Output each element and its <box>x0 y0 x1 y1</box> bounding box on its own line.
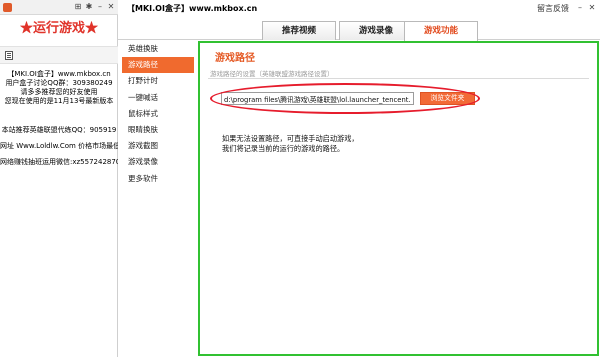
help-text-line-1: 如果无法设置路径，可直接手动启动游戏， <box>222 134 359 143</box>
minimize-icon[interactable]: – <box>95 2 105 12</box>
left-titlebar: ⊞ ✱ – ✕ <box>0 0 118 15</box>
menu-item-replays[interactable]: 游戏录像 <box>122 154 194 170</box>
dock-icon[interactable]: ⊞ <box>73 2 83 12</box>
menu-item-cursor-style[interactable]: 鼠标样式 <box>122 106 194 122</box>
menu-item-hero-skin[interactable]: 英雄换肤 <box>122 41 194 57</box>
feature-menu: 英雄换肤 游戏路径 打野计时 一键喊话 鼠标样式 眼睛换肤 游戏截图 游戏录像 … <box>122 41 194 187</box>
top-header: 【MKI.OI盒子】www.mkbox.cn 留言反馈 – ✕ 推荐视频 游戏录… <box>118 0 600 41</box>
left-toolbar <box>0 46 118 64</box>
divider <box>208 78 589 79</box>
tab-game-replays[interactable]: 游戏录像 <box>339 21 413 40</box>
info-recommend: 请多多推荐您的好友使用 <box>20 88 98 96</box>
help-text-line-2: 我们将记录当前的运行的游戏的路径。 <box>222 144 345 153</box>
menu-item-eye-skin[interactable]: 眼睛换肤 <box>122 122 194 138</box>
feedback-link[interactable]: 留言反馈 <box>537 3 569 14</box>
left-panel: ⊞ ✱ – ✕ ★运行游戏★ 【MKI.OI盒子】www.mkbox.cn 用户… <box>0 0 118 357</box>
info-boost-url: 网址 Www.Loldlw.Com 价格市场最低 <box>0 142 118 150</box>
panel-subtitle: 游戏路径的设置（英雄联盟游戏路径设置） <box>210 70 334 78</box>
tab-recommended-videos[interactable]: 推荐视频 <box>262 21 336 40</box>
menu-item-game-path[interactable]: 游戏路径 <box>122 57 194 74</box>
game-path-input[interactable] <box>221 92 414 105</box>
info-qq-group: 用户盒子讨论QQ群：309380249 <box>5 79 113 87</box>
close-icon[interactable]: ✕ <box>106 2 116 12</box>
browse-folder-button[interactable]: 浏览文件夹 <box>420 92 475 105</box>
app-logo-icon <box>3 3 12 12</box>
close-icon[interactable]: ✕ <box>587 3 597 13</box>
settings-icon[interactable]: ✱ <box>84 2 94 12</box>
document-icon[interactable] <box>5 51 13 60</box>
info-boost-qq: 本站推荐英雄联盟代练QQ：905919 <box>1 126 117 134</box>
run-game-banner[interactable]: ★运行游戏★ <box>0 18 118 40</box>
menu-item-quick-chat[interactable]: 一键喊话 <box>122 90 194 106</box>
info-wechat: 网络赚钱抽班运用微信:xz557242870 <box>0 158 118 166</box>
info-version: 您现在使用的是11月13号最新版本 <box>4 97 114 105</box>
menu-item-jungle-timer[interactable]: 打野计时 <box>122 73 194 89</box>
info-site: 【MKI.OI盒子】www.mkbox.cn <box>7 70 111 78</box>
minimize-icon[interactable]: – <box>575 3 585 13</box>
menu-item-more-software[interactable]: 更多软件 <box>122 171 194 187</box>
window-title: 【MKI.OI盒子】www.mkbox.cn <box>127 4 258 13</box>
menu-item-screenshot[interactable]: 游戏截图 <box>122 138 194 154</box>
tab-game-features[interactable]: 游戏功能 <box>404 21 478 41</box>
game-path-panel: 游戏路径 游戏路径的设置（英雄联盟游戏路径设置） 浏览文件夹 如果无法设置路径，… <box>198 41 599 356</box>
panel-title: 游戏路径 <box>215 53 255 64</box>
